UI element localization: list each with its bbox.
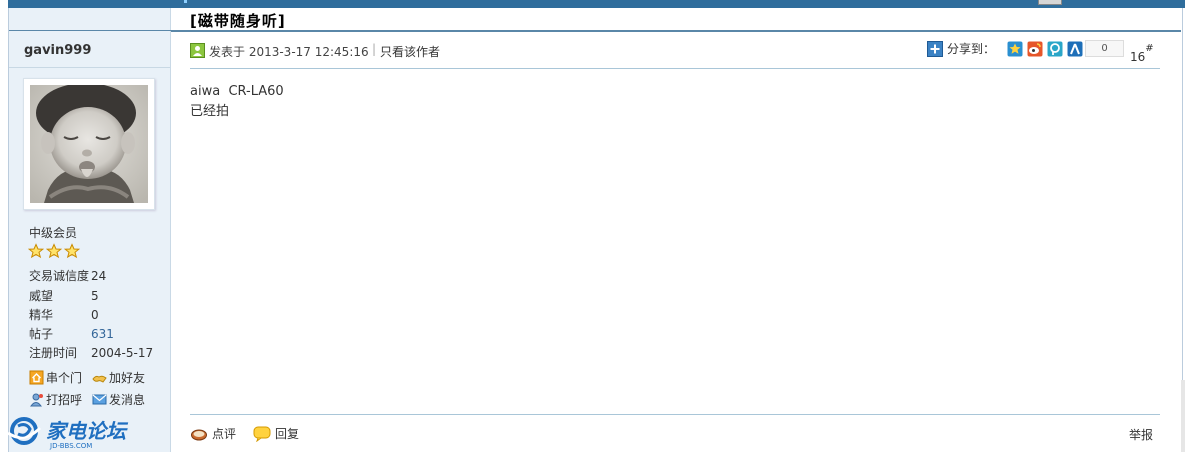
stat-posts: 帖子 631	[29, 325, 114, 342]
renren-icon[interactable]	[1067, 41, 1083, 57]
thread-title: [磁带随身听]	[190, 12, 286, 30]
logo-name: 家电论坛	[46, 419, 129, 443]
logo-domain: JD-BBS.COM	[49, 442, 92, 450]
top-nav-bar	[8, 0, 1185, 8]
comment-label: 点评	[212, 427, 237, 441]
avatar-frame[interactable]	[23, 78, 155, 210]
stat-value: 5	[91, 289, 99, 303]
stat-digest: 精华 0	[29, 306, 99, 323]
stat-value: 2004-5-17	[91, 346, 154, 360]
message-label: 发消息	[109, 393, 146, 407]
qzone-icon[interactable]	[1007, 41, 1023, 57]
star-icon	[64, 243, 80, 259]
stat-value: 24	[91, 269, 107, 283]
stat-label: 注册时间	[29, 346, 78, 360]
site-logo[interactable]: 家电论坛 JD-BBS.COM	[4, 414, 129, 450]
visit-button[interactable]: 串个门	[29, 369, 82, 386]
share-count: 0	[1085, 40, 1124, 57]
post-frame	[8, 8, 1183, 452]
nav-control[interactable]	[1038, 0, 1062, 5]
divider	[9, 67, 170, 68]
rank-stars	[28, 243, 80, 259]
post-status-icon	[190, 43, 205, 58]
stat-prestige: 威望 5	[29, 287, 99, 304]
greet-button[interactable]: 打招呼	[29, 391, 82, 408]
plus-icon[interactable]	[927, 40, 943, 57]
only-author-link[interactable]: 只看该作者	[380, 43, 440, 60]
thread-title-row	[9, 8, 1181, 32]
weibo-icon[interactable]	[1027, 41, 1043, 57]
floor-value: 16	[1130, 50, 1146, 64]
add-friend-button[interactable]: 加好友	[92, 369, 145, 386]
meta-separator: |	[372, 42, 377, 56]
visit-label: 串个门	[46, 371, 83, 385]
stat-label: 帖子	[29, 327, 54, 341]
stat-credit: 交易诚信度 24	[29, 267, 106, 284]
reply-label: 回复	[275, 427, 300, 441]
floor-suffix: #	[1145, 43, 1154, 54]
speech-bubble-icon	[253, 426, 271, 442]
stat-label: 威望	[29, 289, 54, 303]
user-greet-icon	[30, 393, 43, 407]
share-label: 分享到：	[947, 42, 996, 56]
avatar[interactable]	[30, 85, 148, 203]
greet-label: 打招呼	[46, 393, 83, 407]
home-icon	[29, 370, 44, 385]
post-time: 发表于 2013-3-17 12:45:16	[209, 45, 369, 59]
author-username[interactable]: gavin999	[24, 43, 91, 58]
pengyou-icon[interactable]	[1047, 41, 1063, 57]
thread-title-row-left	[9, 8, 171, 30]
stat-label: 精华	[29, 308, 54, 322]
star-icon	[28, 243, 44, 259]
author-group: 中级会员	[29, 226, 78, 240]
star-icon	[46, 243, 62, 259]
stat-label: 交易诚信度	[29, 269, 90, 283]
scrollbar[interactable]	[1181, 380, 1185, 452]
post-content: aiwa CR-LA60 已经拍	[190, 82, 284, 122]
floor-number: 16#	[1130, 43, 1154, 64]
reply-button[interactable]: 回复	[253, 425, 299, 442]
add-friend-label: 加好友	[109, 371, 146, 385]
message-button[interactable]: 发消息	[92, 391, 145, 408]
handshake-icon	[92, 375, 107, 383]
stat-posts-link[interactable]: 631	[91, 327, 114, 341]
nav-marker	[184, 0, 187, 3]
content-line: aiwa CR-LA60	[190, 84, 284, 99]
share-bar: 分享到：	[927, 40, 1083, 57]
envelope-icon	[92, 394, 107, 405]
report-link[interactable]: 举报	[1129, 426, 1153, 443]
divider	[190, 414, 1160, 415]
stat-value: 0	[91, 308, 99, 322]
coffee-icon	[191, 429, 207, 440]
content-line: 已经拍	[190, 104, 230, 119]
comment-button[interactable]: 点评	[190, 425, 236, 442]
stat-register-date: 注册时间 2004-5-17	[29, 344, 153, 361]
